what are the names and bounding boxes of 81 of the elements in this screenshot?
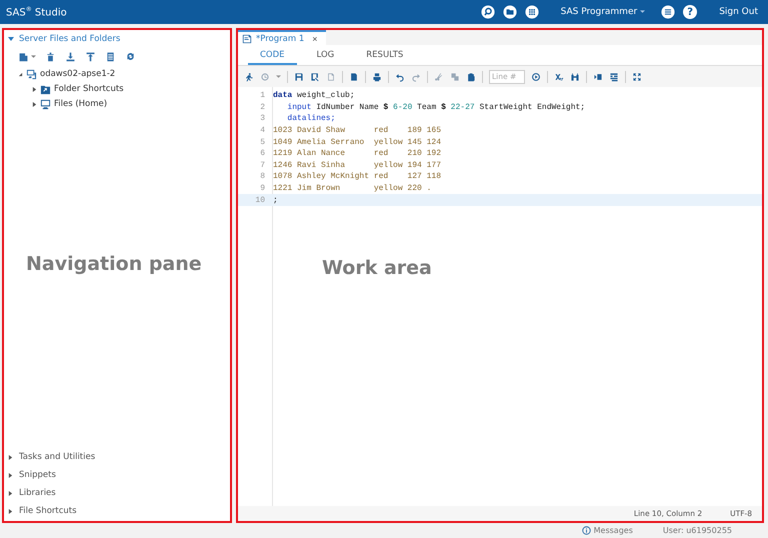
triangle-icon [32, 102, 37, 106]
annotation-label: Work area [322, 257, 432, 279]
tree-item[interactable]: odaws02-apse1-2 [18, 67, 230, 81]
code-line: 1219 Alan Nance red 210 192 [273, 149, 442, 158]
tree-label: Files (Home) [54, 99, 108, 109]
undo-icon[interactable] [395, 72, 405, 82]
sign-out-link[interactable]: Sign Out [705, 7, 758, 17]
printer-icon[interactable] [372, 72, 382, 82]
info-icon [582, 526, 591, 534]
new-file-icon[interactable] [18, 51, 29, 62]
download-icon[interactable] [65, 51, 76, 62]
outline-icon[interactable] [609, 72, 619, 82]
document-icon[interactable] [349, 72, 359, 82]
code-line: 1078 Ashley McKnight red 127 118 [273, 172, 442, 182]
save-icon[interactable] [294, 72, 304, 82]
line-number: 2 [259, 102, 266, 112]
expand-icon[interactable] [632, 72, 642, 82]
line-number: 8 [259, 172, 266, 182]
annotation-label: Navigation pane [26, 253, 202, 275]
folder-icon[interactable] [502, 5, 517, 19]
app-title: SAS$^{®}$ Studio [6, 6, 67, 18]
user-label: User: u61950255 [662, 526, 732, 534]
code-line: 1023 David Shaw red 189 165 [273, 126, 442, 136]
code-line: 1049 Amelia Serrano yellow 145 124 [273, 138, 442, 147]
running-figure-icon[interactable] [244, 72, 254, 82]
upload-icon[interactable] [85, 51, 96, 62]
document-icon [242, 34, 252, 44]
caret-icon[interactable] [31, 54, 36, 58]
section-header[interactable]: Libraries [4, 485, 230, 501]
triangle-icon [8, 454, 13, 460]
caret-icon[interactable] [276, 74, 281, 78]
help-button[interactable]: ? [683, 5, 698, 19]
code-line: data weight_club; [273, 91, 355, 100]
tab[interactable]: LOG [304, 48, 346, 65]
triangle-icon [8, 472, 13, 478]
line-number: 3 [259, 114, 266, 124]
section-header[interactable]: File Shortcuts [4, 503, 230, 519]
close-button[interactable]: × [308, 34, 318, 44]
tree-label: Folder Shortcuts [54, 84, 124, 94]
line-number: 9 [259, 184, 266, 194]
menu-icon[interactable] [661, 5, 676, 19]
paste-icon[interactable] [466, 72, 476, 82]
tree-item[interactable]: Folder Shortcuts [18, 82, 230, 96]
line-number: 6 [259, 149, 266, 158]
triangle-icon [18, 72, 23, 76]
caret-icon [640, 10, 646, 14]
messages-link[interactable]: Messages [582, 526, 633, 534]
grid-icon[interactable] [524, 5, 539, 19]
line-number: 7 [259, 160, 266, 170]
line-number: 5 [259, 138, 266, 147]
tree-item[interactable]: Files (Home) [18, 97, 230, 111]
code-line: datalines; [286, 114, 336, 124]
expanded-triangle-icon [8, 36, 14, 42]
clear-formatting-icon[interactable] [554, 72, 564, 82]
line-number: 10 [254, 196, 266, 205]
program-tab[interactable]: *Program 1 × [238, 30, 326, 45]
tab-title: *Program 1 [256, 34, 304, 44]
search-icon[interactable] [480, 5, 495, 19]
folder-icon [40, 84, 51, 94]
code-line: ; [273, 196, 278, 205]
line-number: 1 [259, 91, 266, 100]
section-header[interactable]: Snippets [4, 467, 230, 483]
refresh-icon[interactable] [125, 51, 136, 62]
triangle-icon [32, 86, 37, 92]
code-line: 1246 Ravi Sinha yellow 194 177 [273, 160, 442, 170]
code-line: 1221 Jim Brown yellow 220 . [273, 184, 432, 194]
section-header[interactable]: Server Files and Folders [4, 30, 124, 48]
section-header[interactable]: Tasks and Utilities [4, 449, 230, 465]
server-icon [26, 68, 37, 80]
delete-icon[interactable] [45, 51, 56, 62]
indent-icon[interactable] [593, 72, 603, 82]
binoculars-icon[interactable] [570, 72, 580, 82]
list-icon[interactable] [105, 51, 116, 62]
perspective-menu[interactable]: SAS Programmer [546, 7, 654, 17]
tab[interactable]: RESULTS [354, 48, 416, 65]
tree-label: odaws02-apse1-2 [40, 69, 116, 79]
triangle-icon [8, 508, 13, 514]
triangle-icon [8, 490, 13, 496]
monitor-icon [40, 98, 51, 110]
code-line: input IdNumber Name $ 6-20 Team $ 22-27 StartWeight EndWeight; [286, 102, 586, 112]
line-number: 4 [259, 126, 266, 136]
